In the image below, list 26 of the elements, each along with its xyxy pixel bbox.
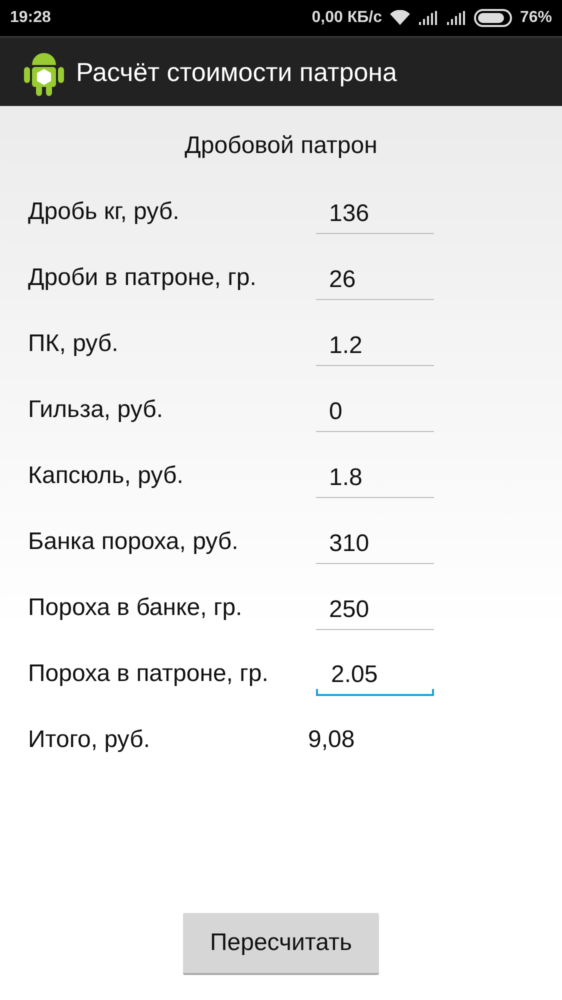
wifi-icon <box>390 10 410 26</box>
field-label: Дробь кг, руб. <box>28 198 180 226</box>
input-field[interactable]: 0 <box>316 392 434 432</box>
network-speed: 0,00 КБ/с <box>312 9 382 27</box>
signal-icon <box>446 11 466 25</box>
field-label: Пороха в патроне, гр. <box>28 660 270 688</box>
input-field[interactable]: 1.2 <box>316 326 434 366</box>
input-field[interactable]: 250 <box>316 590 434 630</box>
input-field[interactable]: 136 <box>316 194 434 234</box>
field-label: Банка пороха, руб. <box>28 528 240 556</box>
battery-level: 76% <box>520 9 552 27</box>
field-label: Дроби в патроне, гр. <box>28 264 258 292</box>
input-field[interactable]: 26 <box>316 260 434 300</box>
field-label: Капсюль, руб. <box>28 462 184 490</box>
battery-icon <box>474 9 512 27</box>
signal-icon <box>418 11 438 25</box>
app-title: Расчёт стоимости патрона <box>76 56 397 88</box>
input-field[interactable]: 310 <box>316 524 434 564</box>
input-field[interactable]: 1.8 <box>316 458 434 498</box>
recalculate-button[interactable]: Пересчитать <box>183 913 379 975</box>
field-label: ПК, руб. <box>28 330 120 358</box>
section-heading: Дробовой патрон <box>184 131 378 161</box>
field-label: Гильза, руб. <box>28 396 164 424</box>
clock: 19:28 <box>10 9 51 27</box>
field-label: Пороха в банке, гр. <box>28 594 244 622</box>
total-value: 9,08 <box>308 726 355 754</box>
